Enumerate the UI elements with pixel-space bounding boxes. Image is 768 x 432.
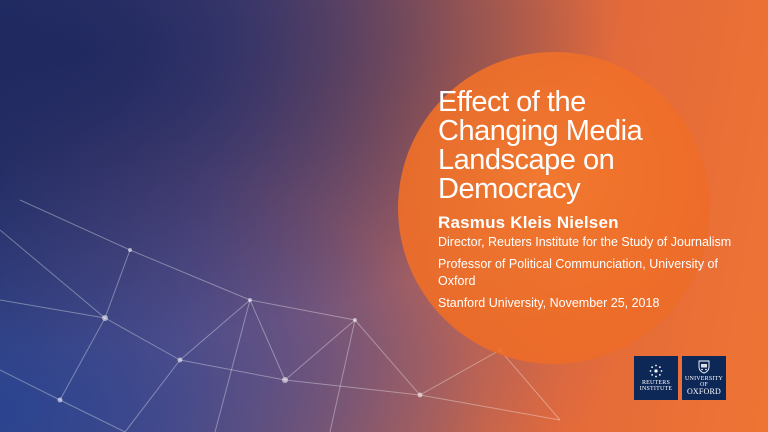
oxford-logo: UNIVERSITY OF OXFORD [682, 356, 726, 400]
slide-title: Effect of the Changing Media Landscape o… [438, 86, 643, 205]
title-slide: Effect of the Changing Media Landscape o… [0, 0, 768, 432]
speaker-role-director: Director, Reuters Institute for the Stud… [438, 235, 732, 249]
oxford-logo-line2: OXFORD [686, 387, 722, 396]
crest-icon [698, 360, 710, 374]
logo-group: REUTERS INSTITUTE UNIVERSITY OF OXFORD [634, 356, 726, 400]
reuters-logo-line2: INSTITUTE [639, 386, 673, 392]
event-line: Stanford University, November 25, 2018 [438, 296, 660, 310]
star-ring-icon [649, 364, 663, 378]
speaker-role-professor: Professor of Political Communciation, Un… [438, 257, 718, 288]
speaker-name: Rasmus Kleis Nielsen [438, 213, 619, 232]
slide-text-block: Effect of the Changing Media Landscape o… [438, 88, 756, 312]
reuters-institute-logo: REUTERS INSTITUTE [634, 356, 678, 400]
